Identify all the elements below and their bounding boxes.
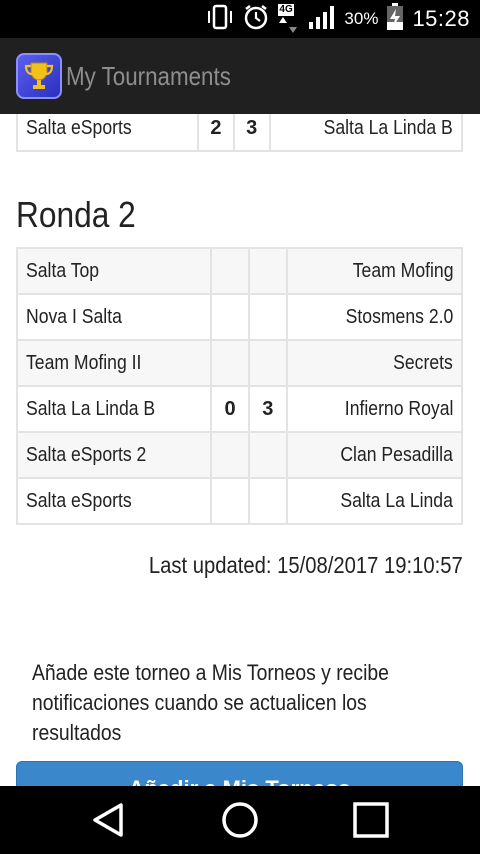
home-score: 0 — [210, 385, 250, 433]
battery-percentage: 30% — [344, 9, 379, 28]
table-row: Salta La Linda B 0 3 Infierno Royal — [15, 385, 464, 433]
away-team: Team Mofing — [285, 247, 464, 295]
away-team: Salta La Linda — [285, 477, 464, 525]
home-team: Salta La Linda B — [15, 385, 213, 433]
vibrate-icon — [206, 4, 234, 35]
away-team: Stosmens 2.0 — [285, 293, 464, 341]
clock: 15:28 — [412, 6, 470, 31]
table-row: Nova I Salta Stosmens 2.0 — [15, 293, 464, 341]
back-icon[interactable] — [88, 800, 128, 840]
action-bar: My Tournaments — [0, 38, 480, 114]
recent-apps-icon[interactable] — [351, 800, 391, 840]
table-row: Salta eSports 2 3 Salta La Linda B — [16, 114, 464, 152]
home-team: Nova I Salta — [15, 293, 213, 341]
away-score — [247, 293, 288, 341]
notify-description: Añade este torneo a Mis Torneos y recibe… — [32, 660, 389, 745]
home-score: 2 — [196, 114, 235, 152]
network-type-label: 4G — [278, 4, 294, 16]
signal-icon — [308, 4, 336, 35]
round-title: Ronda 2 — [16, 194, 136, 235]
status-bar: 4G 30% 15:28 — [0, 0, 480, 38]
battery-charging-icon — [386, 2, 404, 36]
away-score — [247, 431, 288, 479]
table-row: Team Mofing II Secrets — [15, 339, 464, 387]
home-score — [210, 247, 250, 295]
alarm-icon — [242, 3, 270, 36]
away-score: 3 — [247, 385, 288, 433]
home-score — [210, 431, 250, 479]
home-score — [210, 293, 250, 341]
round-2-table: Salta Top Team Mofing Nova I Salta Stosm… — [15, 247, 464, 525]
trophy-icon[interactable] — [16, 53, 62, 99]
home-team: Salta eSports 2 — [15, 431, 213, 479]
home-team: Salta Top — [15, 247, 213, 295]
away-score — [247, 247, 288, 295]
home-team: Team Mofing II — [15, 339, 213, 387]
home-team: Salta eSports — [15, 477, 213, 525]
away-team: Secrets — [285, 339, 464, 387]
app-title: My Tournaments — [66, 60, 231, 91]
add-to-my-tournaments-button[interactable]: Añadir a Mis Torneos — [16, 761, 463, 786]
home-icon[interactable] — [220, 800, 260, 840]
home-score — [210, 477, 250, 525]
home-score — [210, 339, 250, 387]
home-team: Salta eSports — [16, 114, 199, 152]
away-score — [247, 339, 288, 387]
away-score — [247, 477, 288, 525]
away-team: Clan Pesadilla — [285, 431, 464, 479]
away-score: 3 — [232, 114, 271, 152]
tournament-content[interactable]: Salta eSports 2 3 Salta La Linda B Ronda… — [0, 114, 480, 786]
network-4g-icon: 4G — [278, 4, 300, 34]
table-row: Salta eSports 2 Clan Pesadilla — [15, 431, 464, 479]
away-team: Infierno Royal — [285, 385, 464, 433]
away-team: Salta La Linda B — [268, 114, 464, 152]
last-updated: Last updated: 15/08/2017 19:10:57 — [148, 552, 463, 578]
navigation-bar — [0, 786, 480, 854]
table-row: Salta Top Team Mofing — [15, 247, 464, 295]
table-row: Salta eSports Salta La Linda — [15, 477, 464, 525]
round-1-table: Salta eSports 2 3 Salta La Linda B — [16, 114, 464, 152]
